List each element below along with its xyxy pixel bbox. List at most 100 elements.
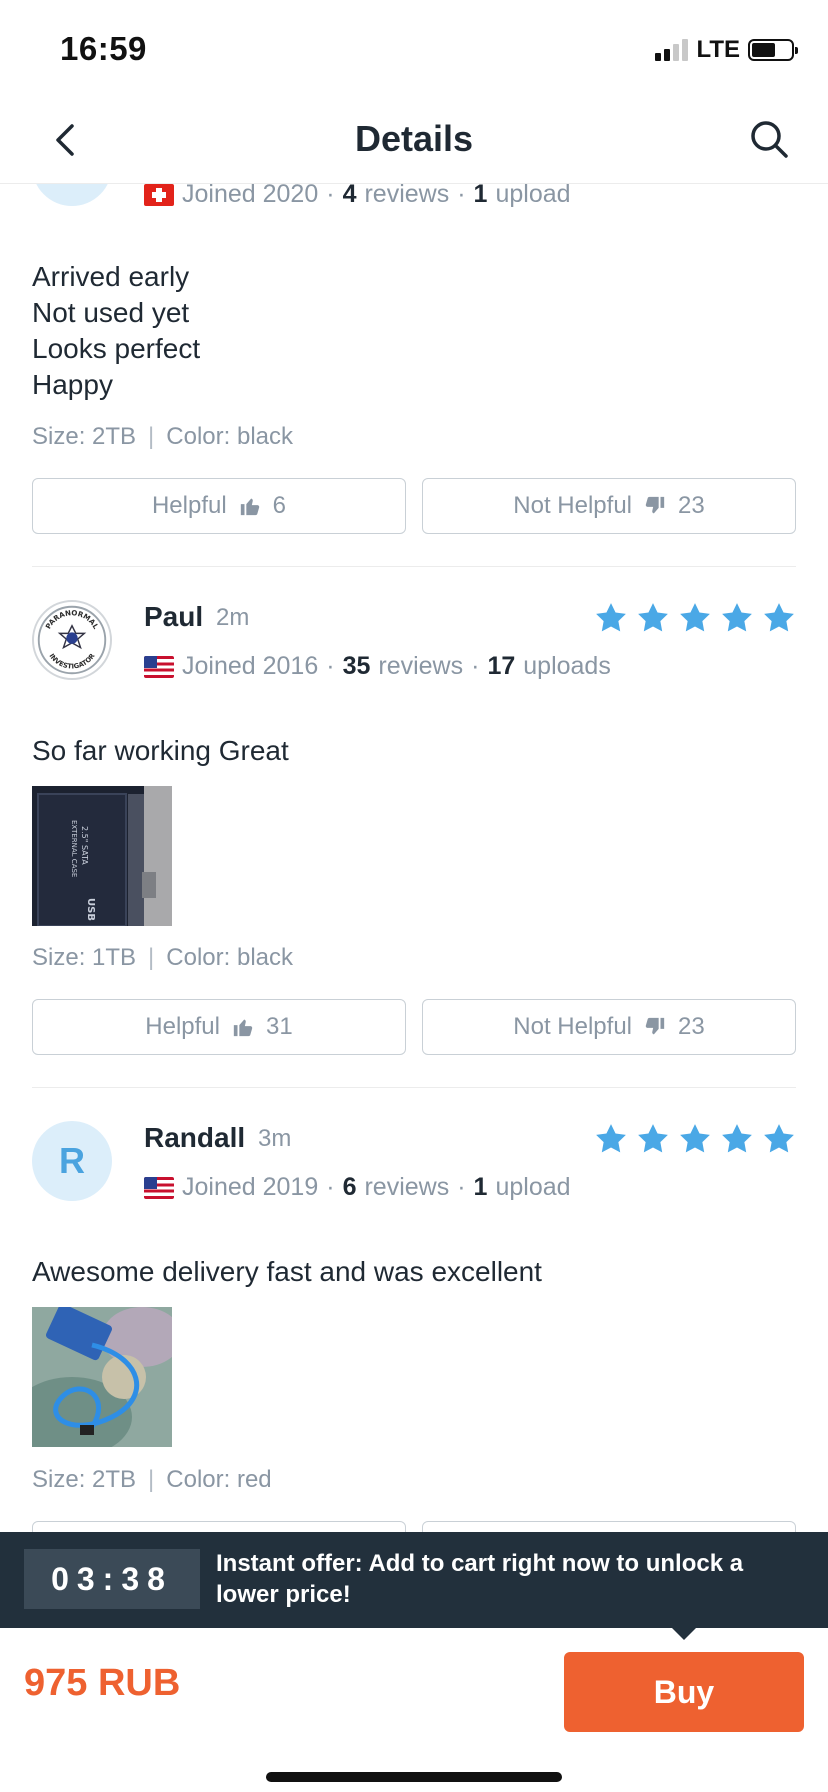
review-line: Happy xyxy=(32,369,113,400)
variant-info: Size: 2TB | Color: red xyxy=(32,1466,272,1493)
reviewer-name[interactable]: Randall xyxy=(144,1122,245,1154)
reviewer-avatar[interactable]: R xyxy=(32,1121,112,1201)
review-line: Arrived early xyxy=(32,261,190,292)
review-divider xyxy=(32,566,796,567)
helpful-button[interactable]: Helpful 31 xyxy=(32,999,406,1055)
external-case-photo: 2.5" SATA EXTERNAL CASE USB xyxy=(32,786,172,926)
review-text: So far working Great xyxy=(32,735,289,766)
not-helpful-count: 23 xyxy=(678,492,705,519)
usa-flag-icon xyxy=(144,1176,174,1199)
review-text: Arrived early Not used yet Looks perfect… xyxy=(32,259,200,403)
uploads-label: upload xyxy=(495,1173,571,1201)
star-icon xyxy=(680,603,710,632)
review-count: 6 xyxy=(342,1173,357,1201)
joined-date: Joined 2019 xyxy=(182,1173,319,1201)
reviews-label: reviews xyxy=(364,1173,450,1201)
status-time: 16:59 xyxy=(60,30,147,67)
not-helpful-count: 23 xyxy=(678,1013,705,1040)
signal-icon xyxy=(655,39,689,61)
star-icon xyxy=(596,603,626,632)
not-helpful-label: Not Helpful xyxy=(513,1013,633,1040)
rating-stars xyxy=(594,601,796,635)
instant-offer-banner[interactable]: 03:38 Instant offer: Add to cart right n… xyxy=(0,1532,828,1628)
usa-flag-icon xyxy=(144,655,174,678)
rating-stars xyxy=(594,1122,796,1156)
star-icon xyxy=(722,1124,752,1153)
review-text: Awesome delivery fast and was excellent xyxy=(32,1256,542,1287)
buy-button[interactable]: Buy xyxy=(564,1652,804,1732)
variant-color: Color: red xyxy=(166,1466,272,1493)
helpful-button[interactable] xyxy=(32,1521,406,1532)
review-photo[interactable]: 2.5" SATA EXTERNAL CASE USB xyxy=(32,786,172,926)
thumbs-up-icon xyxy=(240,498,259,516)
reviews-label: reviews xyxy=(364,180,450,208)
thumbs-down-icon xyxy=(645,1017,665,1035)
review-count: 4 xyxy=(342,180,357,208)
offer-countdown: 03:38 xyxy=(24,1549,200,1609)
variant-info: Size: 2TB | Color: black xyxy=(32,423,293,450)
helpful-count: 6 xyxy=(272,492,287,519)
switzerland-flag-icon xyxy=(144,183,174,206)
reviewer-meta: Joined 2020 · 4 reviews · 1 upload xyxy=(144,180,571,209)
reviewer-avatar[interactable]: PARANORMAL INVESTIGATOR xyxy=(32,600,112,680)
joined-date: Joined 2020 xyxy=(182,180,319,208)
review-line: Not used yet xyxy=(32,297,190,328)
variant-size: Size: 2TB xyxy=(32,423,137,450)
star-icon xyxy=(722,603,752,632)
star-icon xyxy=(638,1124,668,1153)
upload-count: 17 xyxy=(487,652,516,680)
not-helpful-label: Not Helpful xyxy=(513,492,633,519)
not-helpful-button[interactable] xyxy=(422,1521,796,1532)
offer-message: Instant offer: Add to cart right now to … xyxy=(216,1550,744,1608)
review-photo[interactable] xyxy=(32,1307,172,1447)
reviewer-meta: Joined 2019 · 6 reviews · 1 upload xyxy=(144,1173,571,1202)
joined-date: Joined 2016 xyxy=(182,652,319,680)
star-icon xyxy=(764,1124,794,1153)
uploads-label: upload xyxy=(495,180,571,208)
page-title: Details xyxy=(354,118,474,159)
reviews-label: reviews xyxy=(378,652,464,680)
variant-info: Size: 1TB | Color: black xyxy=(32,944,293,971)
variant-color: Color: black xyxy=(166,944,293,971)
home-indicator[interactable] xyxy=(266,1772,562,1782)
helpful-count: 31 xyxy=(266,1013,293,1040)
avatar-initial: R xyxy=(59,1140,85,1181)
reviews-scroll-area[interactable]: Joined 2020 · 4 reviews · 1 upload Arriv… xyxy=(0,0,828,1532)
review-time: 3m xyxy=(258,1125,292,1152)
offer-pointer xyxy=(672,1628,696,1640)
variant-color: Color: black xyxy=(166,423,293,450)
navigation-bar: Details xyxy=(0,96,828,184)
reviewer-name[interactable]: Paul xyxy=(144,601,203,633)
battery-icon xyxy=(748,39,798,61)
review-time: 2m xyxy=(216,604,250,631)
reviewer-meta: Joined 2016 · 35 reviews · 17 uploads xyxy=(144,652,611,681)
not-helpful-button[interactable]: Not Helpful 23 xyxy=(422,999,796,1055)
product-price: 975 RUB xyxy=(24,1662,181,1704)
star-icon xyxy=(764,603,794,632)
helpful-label: Helpful xyxy=(145,1013,220,1040)
network-type: LTE xyxy=(696,36,740,63)
helpful-label: Helpful xyxy=(151,492,227,519)
review-divider xyxy=(32,1087,796,1088)
photo-label-top: 2.5" SATA xyxy=(80,826,89,865)
status-indicators: LTE xyxy=(655,36,798,64)
uploads-label: uploads xyxy=(523,652,611,680)
star-icon xyxy=(680,1124,710,1153)
variant-size: Size: 2TB xyxy=(32,1466,137,1493)
helpful-button[interactable]: Helpful 6 xyxy=(32,478,406,534)
not-helpful-button[interactable]: Not Helpful 23 xyxy=(422,478,796,534)
photo-label-middle: EXTERNAL CASE xyxy=(70,820,78,877)
variant-size: Size: 1TB xyxy=(32,944,137,971)
star-icon xyxy=(638,603,668,632)
investigator-badge-icon: PARANORMAL INVESTIGATOR xyxy=(37,605,107,675)
status-bar: 16:59 LTE xyxy=(0,0,828,96)
usb-cable-photo xyxy=(32,1307,172,1447)
search-icon[interactable] xyxy=(746,116,792,162)
thumbs-down-icon xyxy=(645,496,665,514)
review-count: 35 xyxy=(342,652,371,680)
star-icon xyxy=(596,1124,626,1153)
photo-label-usb: USB xyxy=(85,898,96,921)
upload-count: 1 xyxy=(473,180,488,208)
review-line: Looks perfect xyxy=(32,333,201,364)
thumbs-up-icon xyxy=(233,1019,253,1037)
